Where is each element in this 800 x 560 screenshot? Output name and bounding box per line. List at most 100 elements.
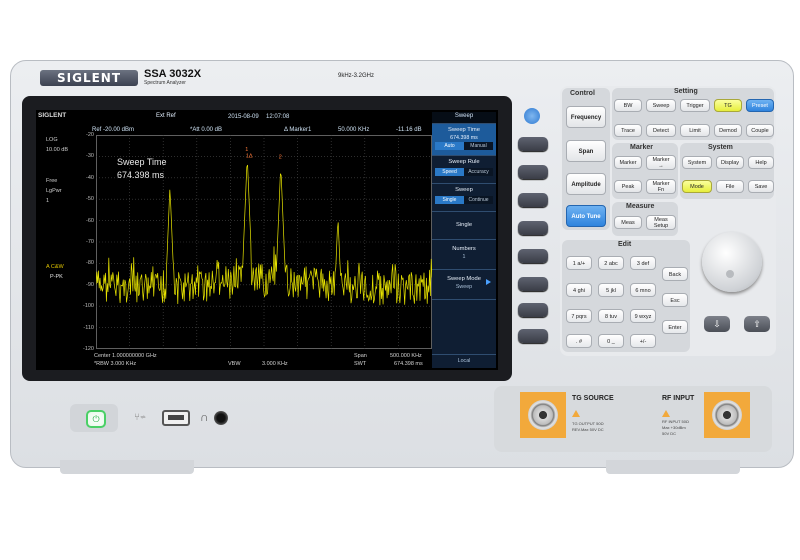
attenuation: *Att 0.00 dB xyxy=(190,127,223,133)
menu-numbers[interactable]: Numbers 1 xyxy=(432,239,496,269)
save-button[interactable]: Save xyxy=(748,180,774,193)
span-button[interactable]: Span xyxy=(566,140,606,162)
meas-setup-button[interactable]: Meas Setup xyxy=(646,215,676,230)
center-frequency: Center 1.000000000 GHz xyxy=(94,353,157,359)
marker-to-button[interactable]: Marker → xyxy=(646,155,676,170)
key-0[interactable]: 0 _ xyxy=(598,334,624,348)
detect-button[interactable]: Detect xyxy=(646,124,676,137)
key-9[interactable]: 9 wxyz xyxy=(630,309,656,323)
softkey-1[interactable] xyxy=(518,137,548,151)
left-foot xyxy=(60,460,194,474)
trigger-button[interactable]: Trigger xyxy=(680,99,710,112)
softkey-5[interactable] xyxy=(518,249,548,263)
key-4[interactable]: 4 ghi xyxy=(566,283,592,297)
back-softkey[interactable] xyxy=(524,108,540,124)
file-button[interactable]: File xyxy=(716,180,744,193)
amplitude-button[interactable]: Amplitude xyxy=(566,173,606,195)
usb-port-tongue xyxy=(168,415,184,420)
menu-sweep-rule[interactable]: Sweep Rule Speed Accuracy xyxy=(432,155,496,183)
key-6[interactable]: 6 mno xyxy=(630,283,656,297)
softkey-2[interactable] xyxy=(518,165,548,179)
average-type: LgPwr xyxy=(46,188,62,194)
softkey-6[interactable] xyxy=(518,277,548,291)
span-value: 500.000 KHz xyxy=(390,353,422,359)
tg-warning-text-1: TG OUTPUT 50Ω xyxy=(572,421,604,426)
edit-title: Edit xyxy=(618,241,632,248)
key-8[interactable]: 8 tuv xyxy=(598,309,624,323)
key-2[interactable]: 2 abc xyxy=(598,256,624,270)
headphone-jack[interactable] xyxy=(214,411,228,425)
marker-fn-button[interactable]: Marker Fn xyxy=(646,179,676,194)
enter-button[interactable]: Enter xyxy=(662,320,688,334)
help-button[interactable]: Help xyxy=(748,156,774,169)
softkey-7[interactable] xyxy=(518,303,548,317)
menu-blank xyxy=(432,299,496,354)
sweep-time-manual[interactable]: Manual xyxy=(464,142,493,150)
peak-button[interactable]: Peak xyxy=(614,180,642,193)
meas-button[interactable]: Meas xyxy=(614,216,642,229)
back-button[interactable]: Back xyxy=(662,267,688,281)
rf-input-connector[interactable] xyxy=(712,400,742,430)
couple-button[interactable]: Couple xyxy=(746,124,774,137)
marker-label-2: 1Δ xyxy=(246,153,253,159)
key-plus-minus[interactable]: +/- xyxy=(630,334,656,348)
tg-source-connector[interactable] xyxy=(528,400,558,430)
rotary-knob[interactable] xyxy=(702,232,762,292)
ref-level: Ref -20.00 dBm xyxy=(92,127,135,133)
rf-warning-icon xyxy=(662,410,670,417)
limit-button[interactable]: Limit xyxy=(680,124,710,137)
y-tick-label: -20 xyxy=(86,132,94,138)
bw-button[interactable]: BW xyxy=(614,99,642,112)
marker-button[interactable]: Marker xyxy=(614,156,642,169)
power-button[interactable]: ⏻ xyxy=(86,410,106,428)
y-tick-label: -50 xyxy=(86,196,94,203)
key-7[interactable]: 7 pqrs xyxy=(566,309,592,323)
menu-local[interactable]: Local xyxy=(432,354,496,368)
y-tick-label: -80 xyxy=(86,260,94,267)
rf-warning-text-1: RF INPUT 50Ω xyxy=(662,419,689,424)
key-1[interactable]: 1 a/+ xyxy=(566,256,592,270)
trigger-mode: Free xyxy=(46,178,58,184)
key-dot[interactable]: . # xyxy=(566,334,592,348)
frequency-button[interactable]: Frequency xyxy=(566,106,606,128)
softkey-8[interactable] xyxy=(518,329,548,343)
menu-numbers-value: 1 xyxy=(462,254,466,260)
marker-label-1: 1 xyxy=(245,147,248,153)
rf-input-title: RF INPUT xyxy=(662,395,695,402)
sweep-single[interactable]: Single xyxy=(435,196,464,204)
demod-button[interactable]: Demod xyxy=(714,124,742,137)
submenu-arrow-icon xyxy=(486,279,491,285)
esc-button[interactable]: Esc xyxy=(662,293,688,307)
sweep-continue[interactable]: Continue xyxy=(464,196,493,204)
menu-single[interactable]: Single xyxy=(432,211,496,239)
sweep-button[interactable]: Sweep xyxy=(646,99,676,112)
system-button[interactable]: System xyxy=(682,156,712,169)
screen-brand: SIGLENT xyxy=(38,112,67,119)
menu-sweep-time-value: 674.398 ms xyxy=(450,135,478,141)
softkey-3[interactable] xyxy=(518,193,548,207)
auto-tune-button[interactable]: Auto Tune xyxy=(566,205,606,227)
status-date: 2015-08-09 xyxy=(228,114,259,120)
sweep-rule-speed[interactable]: Speed xyxy=(435,168,464,176)
tg-button[interactable]: TG xyxy=(714,99,742,112)
plot-grid xyxy=(96,135,432,349)
vbw-label: VBW xyxy=(228,361,241,367)
key-3[interactable]: 3 def xyxy=(630,256,656,270)
up-arrow-button[interactable]: ⇧ xyxy=(744,316,770,332)
menu-local-label: Local xyxy=(457,358,471,364)
sweep-time-auto[interactable]: Auto xyxy=(435,142,464,150)
preset-button[interactable]: Preset xyxy=(746,99,774,112)
y-tick-label: -30 xyxy=(86,153,94,160)
marker-title: Marker xyxy=(630,144,653,151)
down-arrow-button[interactable]: ⇩ xyxy=(704,316,730,332)
mode-button[interactable]: Mode xyxy=(682,180,712,193)
menu-sweep-time[interactable]: Sweep Time 674.398 ms Auto Manual xyxy=(432,123,496,155)
display-button[interactable]: Display xyxy=(716,156,744,169)
trace-button[interactable]: Trace xyxy=(614,124,642,137)
sweep-time-overlay-value: 674.398 ms xyxy=(117,170,165,180)
key-5[interactable]: 5 jkl xyxy=(598,283,624,297)
menu-sweep[interactable]: Sweep Single Continue xyxy=(432,183,496,211)
measure-title: Measure xyxy=(626,203,655,210)
sweep-rule-accuracy[interactable]: Accuracy xyxy=(464,168,493,176)
softkey-4[interactable] xyxy=(518,221,548,235)
